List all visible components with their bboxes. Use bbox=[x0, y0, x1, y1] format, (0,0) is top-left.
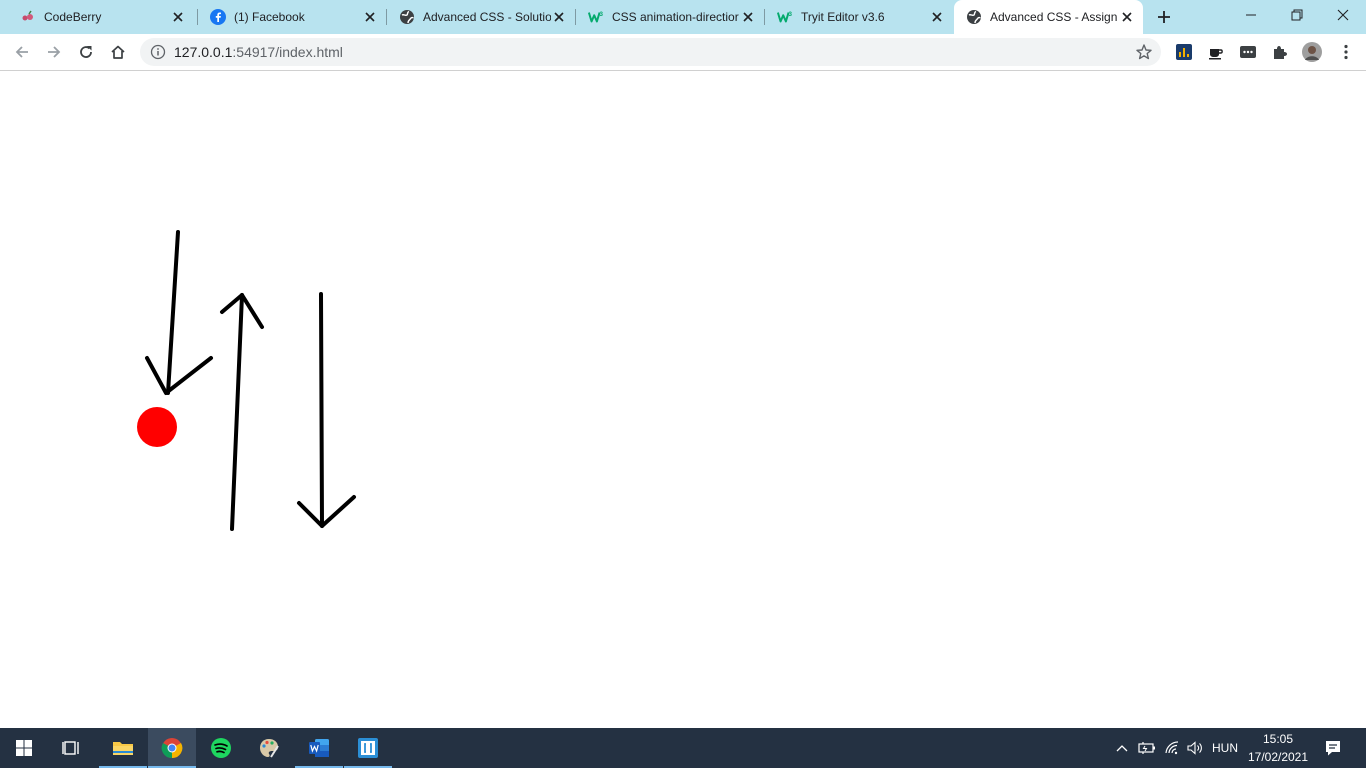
url-text: 127.0.0.1:54917/index.html bbox=[174, 44, 343, 60]
reload-button[interactable] bbox=[74, 40, 98, 64]
svg-text:3: 3 bbox=[789, 11, 793, 18]
wifi-icon[interactable] bbox=[1162, 728, 1184, 768]
down-arrow-right bbox=[297, 292, 356, 528]
home-button[interactable] bbox=[106, 40, 130, 64]
tab-title: Tryit Editor v3.6 bbox=[801, 10, 885, 24]
word-icon[interactable] bbox=[295, 728, 343, 768]
tab-title: Advanced CSS - Assign bbox=[990, 10, 1118, 24]
tab-css-animation-direction[interactable]: 3 CSS animation-directior bbox=[576, 0, 764, 34]
tab-title: Advanced CSS - Solutio bbox=[423, 10, 551, 24]
kebab-menu-icon[interactable] bbox=[1336, 42, 1356, 62]
restore-button[interactable] bbox=[1274, 0, 1320, 30]
globe-icon bbox=[966, 9, 982, 25]
bookmark-star-icon[interactable] bbox=[1135, 43, 1153, 61]
back-button[interactable] bbox=[10, 40, 34, 64]
close-tab-icon[interactable] bbox=[551, 9, 567, 25]
tab-tryit-editor[interactable]: 3 Tryit Editor v3.6 bbox=[765, 0, 953, 34]
brackets-editor-icon[interactable] bbox=[344, 728, 392, 768]
chrome-icon[interactable] bbox=[148, 728, 196, 768]
tab-codeberry[interactable]: CodeBerry bbox=[8, 0, 194, 34]
clock-date: 17/02/2021 bbox=[1247, 750, 1309, 764]
volume-icon[interactable] bbox=[1184, 728, 1206, 768]
file-explorer-icon[interactable] bbox=[99, 728, 147, 768]
clock-time: 15:05 bbox=[1262, 732, 1294, 746]
tab-strip: CodeBerry (1) Facebook Advanced CSS - So… bbox=[0, 0, 1366, 34]
url-host: 127.0.0.1 bbox=[174, 44, 233, 60]
globe-icon bbox=[399, 9, 415, 25]
codeberry-icon bbox=[20, 9, 36, 25]
tab-title: CodeBerry bbox=[44, 10, 102, 24]
browser-toolbar: 127.0.0.1:54917/index.html bbox=[0, 34, 1366, 71]
down-arrow-left bbox=[145, 230, 213, 395]
facebook-icon bbox=[210, 9, 226, 25]
close-window-button[interactable] bbox=[1320, 0, 1366, 30]
page-content bbox=[0, 71, 1366, 728]
up-arrow bbox=[220, 293, 264, 531]
tab-title: (1) Facebook bbox=[234, 10, 305, 24]
red-ball bbox=[137, 407, 177, 447]
close-tab-icon[interactable] bbox=[929, 9, 945, 25]
close-tab-icon[interactable] bbox=[170, 9, 186, 25]
tab-advanced-css-solution[interactable]: Advanced CSS - Solutio bbox=[387, 0, 575, 34]
svg-text:3: 3 bbox=[600, 11, 604, 18]
coffee-extension-icon[interactable] bbox=[1206, 42, 1226, 62]
battery-icon[interactable] bbox=[1136, 728, 1158, 768]
notifications-icon[interactable] bbox=[1318, 728, 1348, 768]
close-tab-icon[interactable] bbox=[1119, 9, 1135, 25]
tab-advanced-css-assignment[interactable]: Advanced CSS - Assign bbox=[954, 0, 1143, 34]
arrows-canvas bbox=[137, 230, 356, 531]
task-view-button[interactable] bbox=[48, 728, 96, 768]
w3schools-icon: 3 bbox=[588, 9, 604, 25]
paint-icon[interactable] bbox=[245, 728, 293, 768]
input-language[interactable]: HUN bbox=[1207, 728, 1243, 768]
analytics-extension-icon[interactable] bbox=[1174, 42, 1194, 62]
windows-taskbar: HUN 15:05 17/02/2021 bbox=[0, 728, 1366, 768]
new-tab-button[interactable] bbox=[1154, 7, 1174, 27]
w3schools-icon: 3 bbox=[777, 9, 793, 25]
info-icon[interactable] bbox=[150, 44, 166, 60]
spotify-icon[interactable] bbox=[197, 728, 245, 768]
system-clock[interactable]: 15:05 17/02/2021 bbox=[1240, 728, 1316, 768]
profile-avatar[interactable] bbox=[1302, 42, 1322, 62]
close-tab-icon[interactable] bbox=[740, 9, 756, 25]
start-button[interactable] bbox=[0, 728, 48, 768]
menu-extension-icon[interactable] bbox=[1238, 42, 1258, 62]
forward-button[interactable] bbox=[42, 40, 66, 64]
show-hidden-icons-chevron-icon[interactable] bbox=[1112, 728, 1132, 768]
address-bar[interactable]: 127.0.0.1:54917/index.html bbox=[140, 38, 1161, 66]
minimize-button[interactable] bbox=[1228, 0, 1274, 30]
url-path: :54917/index.html bbox=[232, 44, 343, 60]
tab-title: CSS animation-directior bbox=[612, 10, 739, 24]
tab-facebook[interactable]: (1) Facebook bbox=[198, 0, 386, 34]
close-tab-icon[interactable] bbox=[362, 9, 378, 25]
extensions-puzzle-icon[interactable] bbox=[1270, 42, 1290, 62]
